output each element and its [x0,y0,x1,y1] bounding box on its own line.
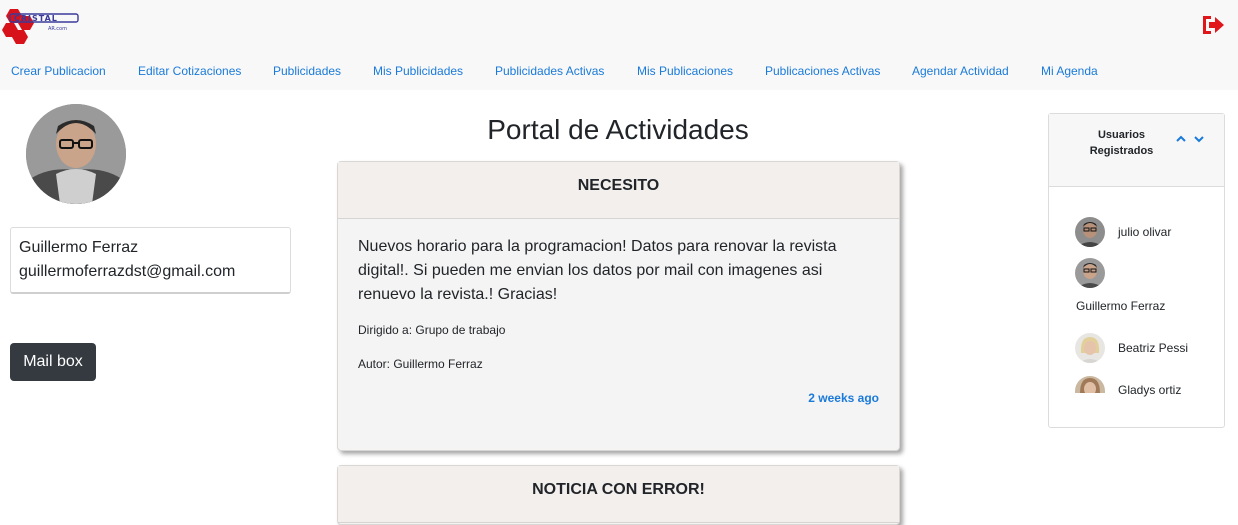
user-name-julio[interactable]: julio olivar [1118,225,1171,239]
post-author: Autor: Guillermo Ferraz [358,357,483,371]
users-panel-title: Usuarios Registrados [1089,129,1154,157]
user-avatar[interactable] [1075,258,1105,288]
nav-mis-publicaciones[interactable]: Mis Publicaciones [637,64,733,78]
nav-editar-cotizaciones[interactable]: Editar Cotizaciones [138,64,241,78]
user-avatar[interactable] [1075,376,1105,393]
post-recipient: Dirigido a: Grupo de trabajo [358,323,506,337]
post-text: Nuevos horario para la programacion! Dat… [358,238,837,303]
user-name-gladys[interactable]: Gladys ortiz [1118,383,1181,397]
brand-logo[interactable]: CRISTAL AR.com [0,6,84,46]
post-body: Nuevos horario para la programacion! Dat… [338,219,899,421]
top-navbar: CRISTAL AR.com Crear Publicacion Editar … [0,0,1238,90]
nav-publicaciones-activas[interactable]: Publicaciones Activas [765,64,880,78]
svg-text:CRISTAL: CRISTAL [14,14,58,23]
nav-mi-agenda[interactable]: Mi Agenda [1041,64,1098,78]
chevron-up-icon[interactable] [1175,132,1187,144]
main-nav: Crear Publicacion Editar Cotizaciones Pu… [0,64,1238,82]
page-title: Portal de Actividades [487,114,749,145]
svg-text:AR.com: AR.com [48,26,67,32]
user-email: guillermoferrazdst@gmail.com [19,263,236,280]
mailbox-button[interactable]: Mail box [10,343,96,381]
post-card: NOTICIA CON ERROR! [337,465,900,525]
chevron-down-icon[interactable] [1193,132,1205,144]
user-avatar[interactable] [1075,333,1105,363]
nav-crear-publicacion[interactable]: Crear Publicacion [11,64,106,78]
user-name: Guillermo Ferraz [19,239,139,256]
post-heading: NOTICIA CON ERROR! [338,466,899,523]
user-info-card: Guillermo Ferraz guillermoferrazdst@gmai… [10,227,291,294]
nav-agendar-actividad[interactable]: Agendar Actividad [912,64,1009,78]
post-timestamp: 2 weeks ago [808,391,879,405]
registered-users-panel: Usuarios Registrados julio olivar Guille… [1048,113,1225,428]
nav-publicidades[interactable]: Publicidades [273,64,341,78]
post-heading: NECESITO [338,162,899,219]
users-panel-header: Usuarios Registrados [1049,114,1224,187]
profile-avatar [26,104,126,204]
nav-mis-publicidades[interactable]: Mis Publicidades [373,64,463,78]
user-name-guillermo[interactable]: Guillermo Ferraz [1076,299,1165,313]
post-card: NECESITO Nuevos horario para la programa… [337,161,900,451]
user-name-beatriz[interactable]: Beatriz Pessi [1118,341,1188,355]
sign-out-icon[interactable] [1201,14,1225,36]
nav-publicidades-activas[interactable]: Publicidades Activas [495,64,604,78]
user-avatar[interactable] [1075,217,1105,247]
